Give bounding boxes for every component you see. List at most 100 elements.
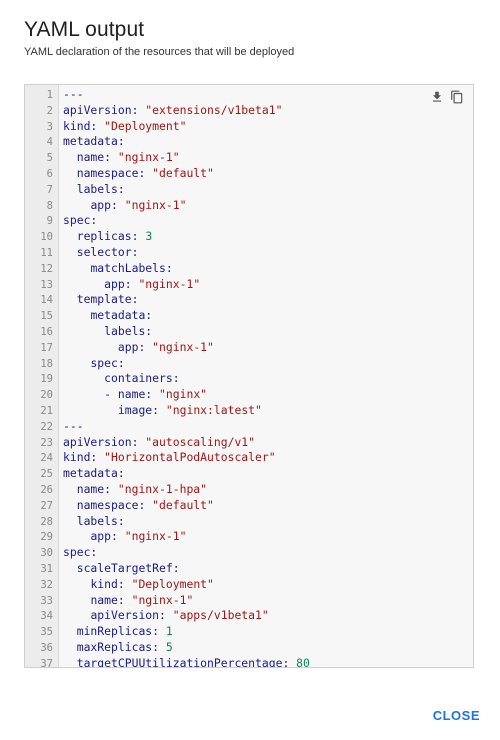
line-number: 20 xyxy=(40,389,53,402)
dialog-title: YAML output xyxy=(24,18,145,41)
yaml-string: "nginx-1" xyxy=(117,150,180,165)
code-line: 13 app: "nginx-1" xyxy=(25,277,473,293)
code-line: 26 name: "nginx-1-hpa" xyxy=(25,482,473,498)
yaml-space xyxy=(152,387,159,401)
yaml-key: app: xyxy=(90,529,118,544)
yaml-key: name: xyxy=(117,387,153,402)
line-number: 33 xyxy=(40,594,53,607)
code-line: 36 maxReplicas: 5 xyxy=(25,640,473,656)
yaml-string: "nginx-1-hpa" xyxy=(117,481,208,496)
yaml-space xyxy=(159,403,166,417)
yaml-punctuation: --- xyxy=(63,87,84,101)
line-number: 7 xyxy=(46,183,53,196)
line-number: 35 xyxy=(40,626,53,639)
code-line: 6 namespace: "default" xyxy=(25,166,473,182)
line-number: 16 xyxy=(40,325,53,338)
yaml-number: 5 xyxy=(165,639,173,654)
line-number: 29 xyxy=(40,531,53,544)
yaml-string: "nginx-1" xyxy=(131,592,194,607)
code-line: 22 --- xyxy=(25,419,473,435)
yaml-space xyxy=(111,482,118,496)
yaml-string: "default" xyxy=(152,497,214,512)
code-text: apiVersion: "autoscaling/v1" xyxy=(63,435,255,451)
yaml-space xyxy=(125,593,132,607)
line-number: 10 xyxy=(40,231,53,244)
yaml-number: 3 xyxy=(145,229,153,244)
code-line: 4 metadata: xyxy=(25,134,473,150)
code-text: metadata: xyxy=(63,134,125,150)
code-text: - name: "nginx" xyxy=(63,387,207,403)
yaml-string: "nginx:latest" xyxy=(165,402,262,417)
yaml-key: spec: xyxy=(90,355,125,370)
code-line: 27 namespace: "default" xyxy=(25,498,473,514)
yaml-string: "Deployment" xyxy=(131,576,214,591)
code-line: 11 selector: xyxy=(25,245,473,261)
line-number: 6 xyxy=(46,167,53,180)
code-text: spec: xyxy=(63,213,97,229)
yaml-key: labels: xyxy=(76,181,125,196)
yaml-space xyxy=(125,577,132,591)
yaml-string: "default" xyxy=(152,165,214,180)
code-text: spec: xyxy=(63,355,125,372)
yaml-key: targetCPUUtilizationPercentage: xyxy=(76,655,290,668)
code-text: spec: xyxy=(63,545,97,561)
yaml-string: "Deployment" xyxy=(104,118,187,133)
code-text: kind: "HorizontalPodAutoscaler" xyxy=(63,450,276,466)
line-number: 31 xyxy=(40,562,53,575)
code-text: labels: xyxy=(63,182,125,198)
code-line: 24 kind: "HorizontalPodAutoscaler" xyxy=(25,450,473,466)
code-text: labels: xyxy=(63,514,125,530)
yaml-key: kind: xyxy=(63,450,98,465)
yaml-code-viewer[interactable]: 1 --- 2 apiVersion: "extensions/v1beta1" 3 ki… xyxy=(24,84,474,668)
code-text: metadata: xyxy=(63,308,152,324)
yaml-string: "nginx-1" xyxy=(124,529,187,544)
code-line: 37 targetCPUUtilizationPercentage: 80 xyxy=(25,655,473,668)
yaml-key: containers: xyxy=(104,371,180,386)
line-number: 11 xyxy=(40,246,53,259)
yaml-key: name: xyxy=(76,150,112,165)
close-button[interactable]: CLOSE xyxy=(433,708,480,723)
code-line: 33 name: "nginx-1" xyxy=(25,593,473,609)
copy-icon[interactable] xyxy=(449,89,465,105)
code-text: image: "nginx:latest" xyxy=(63,403,262,419)
yaml-key: labels: xyxy=(104,323,153,338)
code-lines: 1 --- 2 apiVersion: "extensions/v1beta1" 3 ki… xyxy=(25,87,473,668)
download-icon[interactable] xyxy=(429,89,445,105)
code-text: app: "nginx-1" xyxy=(63,198,186,214)
code-text: targetCPUUtilizationPercentage: 80 xyxy=(63,655,310,668)
yaml-key: kind: xyxy=(90,576,125,591)
line-number: 26 xyxy=(40,483,53,496)
code-text: template: xyxy=(63,292,139,308)
code-line: 25 metadata: xyxy=(25,466,473,482)
yaml-key: apiVersion: xyxy=(90,608,166,623)
code-line: 1 --- xyxy=(25,87,473,103)
code-text: kind: "Deployment" xyxy=(63,119,186,135)
yaml-key: spec: xyxy=(63,545,98,560)
yaml-space xyxy=(159,640,166,654)
code-line: 28 labels: xyxy=(25,514,473,530)
code-text: maxReplicas: 5 xyxy=(63,640,173,656)
code-text: app: "nginx-1" xyxy=(63,277,200,293)
code-text: metadata: xyxy=(63,466,125,482)
code-text: apiVersion: "extensions/v1beta1" xyxy=(63,103,282,119)
yaml-string: "nginx-1" xyxy=(138,276,201,291)
yaml-string: "nginx" xyxy=(159,387,208,402)
yaml-key: image: xyxy=(117,402,160,417)
code-text: scaleTargetRef: xyxy=(63,561,180,577)
line-number: 14 xyxy=(40,294,53,307)
code-line: 21 image: "nginx:latest" xyxy=(25,403,473,419)
yaml-space xyxy=(118,529,125,543)
line-number: 30 xyxy=(40,547,53,560)
yaml-space xyxy=(166,608,173,622)
code-line: 7 labels: xyxy=(25,182,473,198)
